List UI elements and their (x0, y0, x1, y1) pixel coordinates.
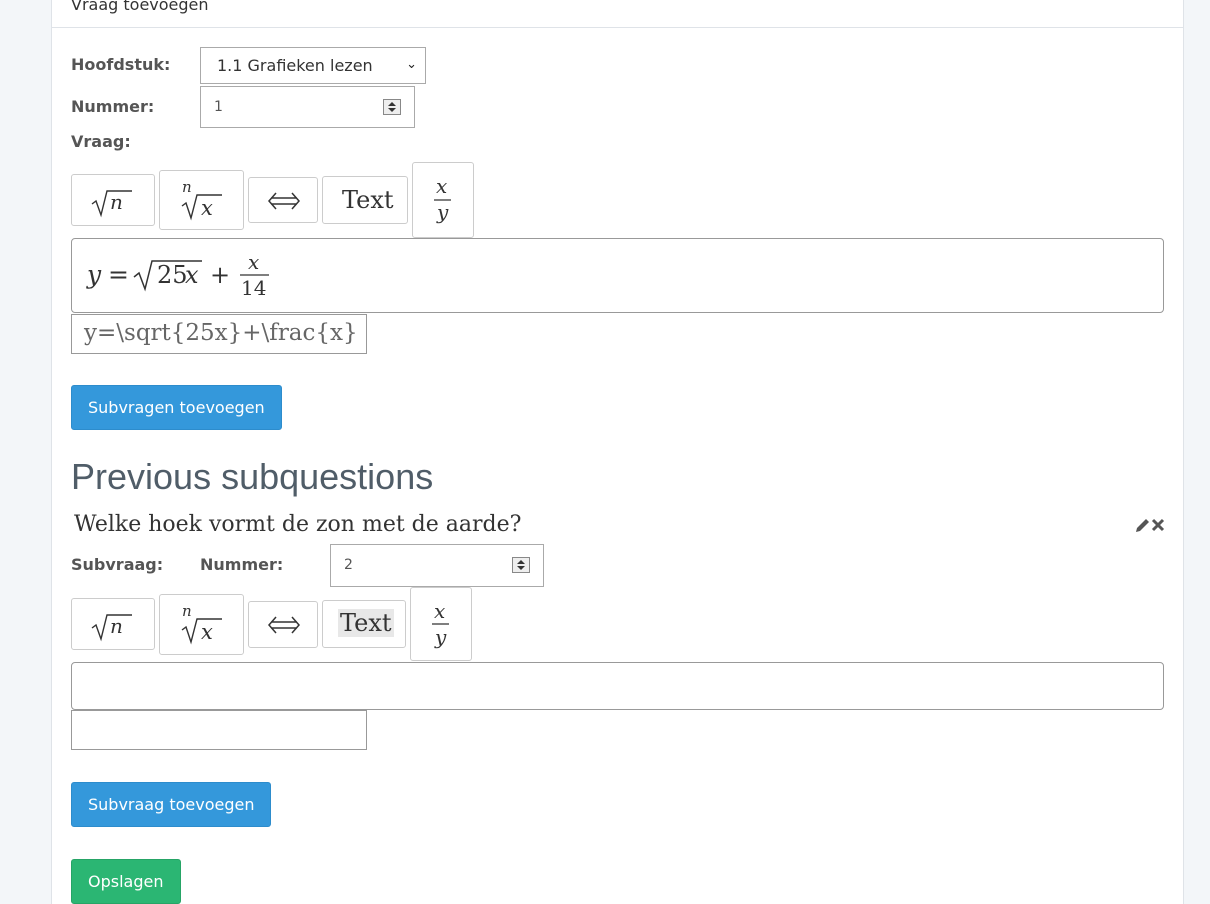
equivalence-button[interactable] (248, 601, 318, 648)
number-input[interactable]: 1 (200, 86, 415, 128)
number-label: Nummer: (71, 97, 155, 116)
subquestion-number-value: 2 (344, 557, 353, 573)
svg-text:y: y (434, 625, 447, 649)
math-rendered: y = 25 x + x 14 (86, 250, 269, 300)
svg-text:=: = (108, 260, 129, 289)
panel-header: Vraag toevoegen (52, 0, 1183, 28)
svg-text:n: n (182, 602, 192, 620)
svg-text:x: x (201, 620, 213, 644)
subquestion-number-label: Nummer: (200, 555, 284, 574)
number-value: 1 (214, 99, 223, 115)
svg-text:25: 25 (157, 261, 188, 289)
text-button-label: Text (338, 609, 394, 637)
text-button[interactable]: Text (322, 176, 408, 224)
svg-text:x: x (201, 196, 213, 220)
equivalence-button[interactable] (248, 177, 318, 223)
fraction-button[interactable]: x y (412, 162, 474, 238)
subquestion-text: Welke hoek vormt de zon met de aarde? (74, 512, 522, 537)
nth-root-icon: n x (181, 602, 222, 645)
svg-text:14: 14 (241, 276, 266, 300)
subquestion-label: Subvraag: (71, 555, 164, 574)
fraction-icon: x y (434, 174, 451, 224)
sqrt-icon: n (91, 190, 132, 218)
svg-text:y: y (436, 200, 449, 224)
chapter-select-value: 1.1 Grafieken lezen (217, 56, 373, 75)
svg-text:x: x (185, 261, 199, 289)
svg-text:y: y (86, 260, 102, 289)
svg-text:x: x (436, 174, 447, 198)
save-button[interactable]: Opslagen (71, 859, 181, 904)
chapter-label: Hoofdstuk: (71, 55, 171, 74)
svg-text:n: n (110, 614, 123, 638)
nth-root-button[interactable]: n x (159, 170, 244, 230)
nth-root-icon: n x (181, 178, 222, 221)
fraction-button[interactable]: x y (410, 587, 472, 661)
svg-text:x: x (434, 599, 445, 623)
latex-input[interactable]: y=\sqrt{25x}+\frac{x} (71, 314, 367, 354)
sqrt-icon: n (91, 614, 132, 642)
chapter-select[interactable]: 1.1 Grafieken lezen ⌄ (200, 47, 426, 84)
panel-title: Vraag toevoegen (71, 0, 209, 14)
svg-text:n: n (110, 190, 123, 214)
spinner-icon[interactable] (383, 99, 401, 115)
subquestion-number-input[interactable]: 2 (330, 544, 544, 587)
svg-text:n: n (182, 178, 192, 196)
subquestion-math-field[interactable] (71, 662, 1164, 710)
question-math-field[interactable]: y = 25 x + x 14 (71, 238, 1164, 313)
double-arrow-icon (268, 616, 300, 634)
svg-text:+: + (210, 261, 230, 289)
question-label: Vraag: (71, 132, 131, 151)
spinner-icon[interactable] (512, 557, 530, 573)
sqrt-button[interactable]: n (71, 598, 155, 650)
close-icon[interactable] (1151, 517, 1167, 537)
sqrt-button[interactable]: n (71, 174, 155, 226)
question-panel: Vraag toevoegen (51, 0, 1184, 904)
svg-text:x: x (248, 250, 259, 274)
add-subquestion-button[interactable]: Subvraag toevoegen (71, 782, 271, 827)
text-button[interactable]: Text (322, 600, 406, 648)
chevron-down-icon: ⌄ (406, 57, 417, 72)
subquestion-latex-input[interactable] (71, 710, 367, 750)
add-subquestions-button[interactable]: Subvragen toevoegen (71, 385, 282, 430)
fraction-icon: x y (432, 599, 449, 649)
nth-root-button[interactable]: n x (159, 594, 244, 655)
subquestion-actions (1134, 517, 1166, 537)
previous-subquestions-heading: Previous subquestions (71, 456, 434, 497)
double-arrow-icon (268, 192, 300, 210)
